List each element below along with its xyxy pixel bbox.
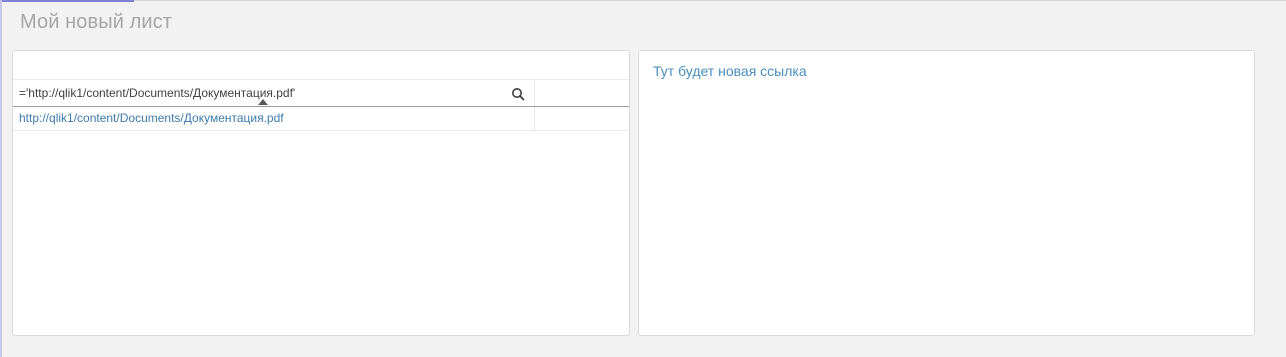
column-divider bbox=[534, 107, 535, 130]
table-header-row: ='http://qlik1/content/Documents/Докумен… bbox=[13, 79, 629, 107]
column-header-label[interactable]: ='http://qlik1/content/Documents/Докумен… bbox=[19, 86, 295, 100]
text-panel[interactable]: Тут будет новая ссылка bbox=[638, 50, 1255, 336]
sort-ascending-icon bbox=[258, 99, 268, 105]
table-panel[interactable]: ='http://qlik1/content/Documents/Докумен… bbox=[12, 50, 630, 336]
table-row: http://qlik1/content/Documents/Документа… bbox=[13, 107, 629, 131]
column-divider bbox=[534, 80, 535, 106]
active-tab-indicator bbox=[0, 0, 134, 2]
top-border bbox=[0, 0, 1286, 1]
search-icon[interactable] bbox=[509, 86, 527, 102]
left-edge-bar bbox=[0, 0, 2, 357]
sheet-title: Мой новый лист bbox=[20, 11, 173, 33]
text-object-content: Тут будет новая ссылка bbox=[653, 63, 807, 79]
document-link[interactable]: http://qlik1/content/Documents/Документа… bbox=[19, 111, 284, 125]
